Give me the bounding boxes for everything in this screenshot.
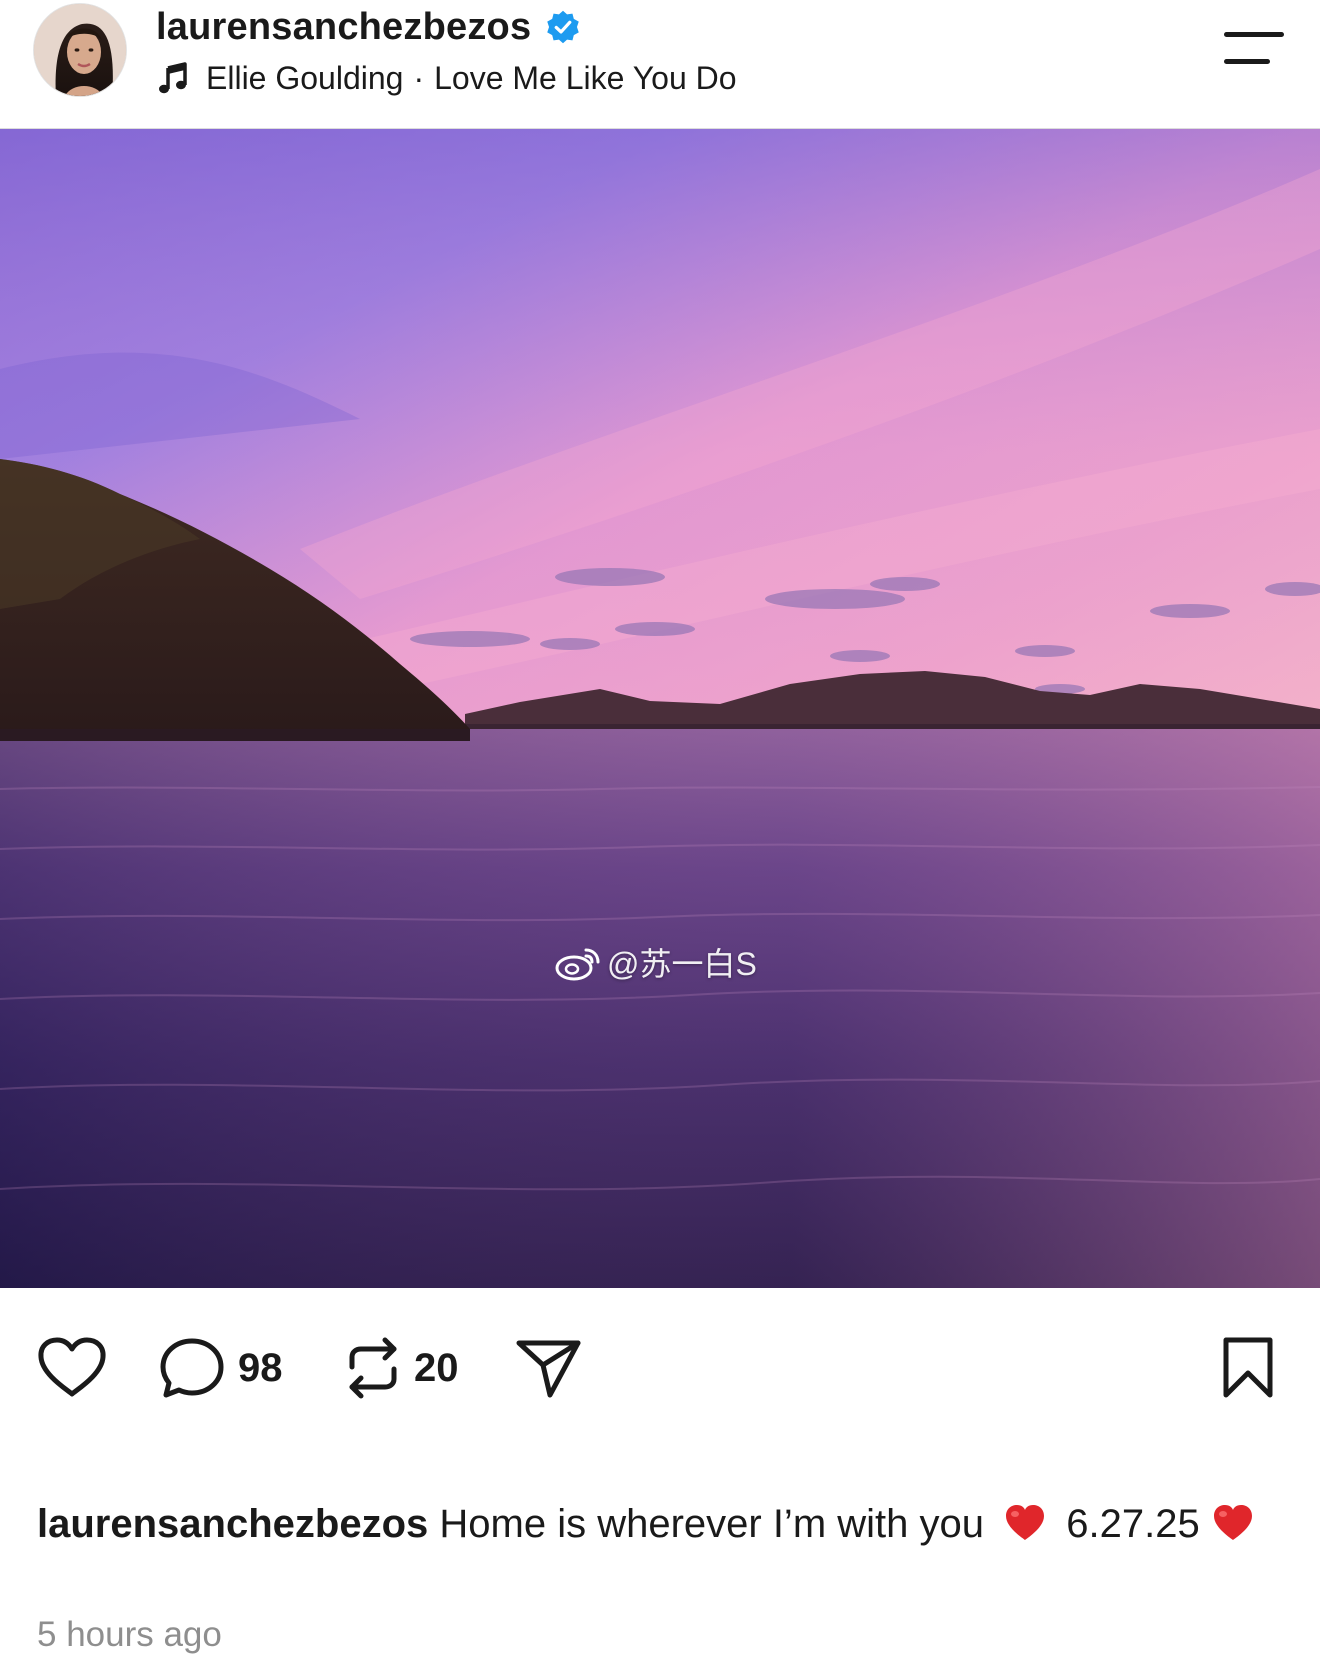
music-separator: ·	[413, 59, 425, 96]
red-heart-emoji-icon	[1006, 1505, 1045, 1540]
music-title: Love Me Like You Do	[434, 59, 737, 96]
repost-button[interactable]: 20	[342, 1332, 459, 1404]
reposts-count: 20	[414, 1345, 459, 1390]
caption-username[interactable]: laurensanchezbezos	[37, 1502, 428, 1546]
watermark: @苏一白S	[553, 937, 757, 987]
sunset-photo	[0, 129, 1320, 1288]
music-info[interactable]: Ellie Goulding · Love Me Like You Do	[156, 56, 737, 100]
red-heart-emoji-icon	[1213, 1505, 1252, 1540]
verified-badge-icon	[547, 10, 580, 44]
username[interactable]: laurensanchezbezos	[156, 6, 531, 49]
weibo-icon	[555, 948, 600, 981]
comments-count: 98	[238, 1345, 283, 1390]
caption-text: Home is wherever I’m with you	[439, 1502, 984, 1546]
share-button[interactable]	[514, 1332, 584, 1404]
post-caption: laurensanchezbezos Home is wherever I’m …	[37, 1498, 1287, 1550]
post-header: laurensanchezbezos Ellie Goulding · Love…	[0, 0, 1320, 129]
avatar[interactable]	[33, 3, 127, 97]
post-media[interactable]: @苏一白S	[0, 129, 1320, 1288]
comment-bubble-icon	[160, 1338, 224, 1398]
save-button[interactable]	[1220, 1332, 1276, 1404]
post-timestamp: 5 hours ago	[37, 1615, 222, 1654]
music-artist: Ellie Goulding	[206, 59, 404, 96]
music-note-icon	[159, 62, 187, 94]
comment-button[interactable]: 98	[156, 1332, 283, 1404]
caption-date: 6.27.25	[1066, 1502, 1200, 1546]
repost-icon	[349, 1337, 397, 1399]
username-row: laurensanchezbezos	[156, 2, 581, 52]
like-button[interactable]	[36, 1332, 108, 1404]
send-icon	[516, 1340, 581, 1398]
action-bar: 98 20	[0, 1288, 1320, 1433]
watermark-text: @苏一白S	[607, 946, 757, 982]
bookmark-icon	[1223, 1337, 1273, 1398]
heart-icon	[38, 1337, 106, 1397]
menu-icon[interactable]	[1222, 30, 1286, 68]
post-page: laurensanchezbezos Ellie Goulding · Love…	[0, 0, 1320, 1665]
